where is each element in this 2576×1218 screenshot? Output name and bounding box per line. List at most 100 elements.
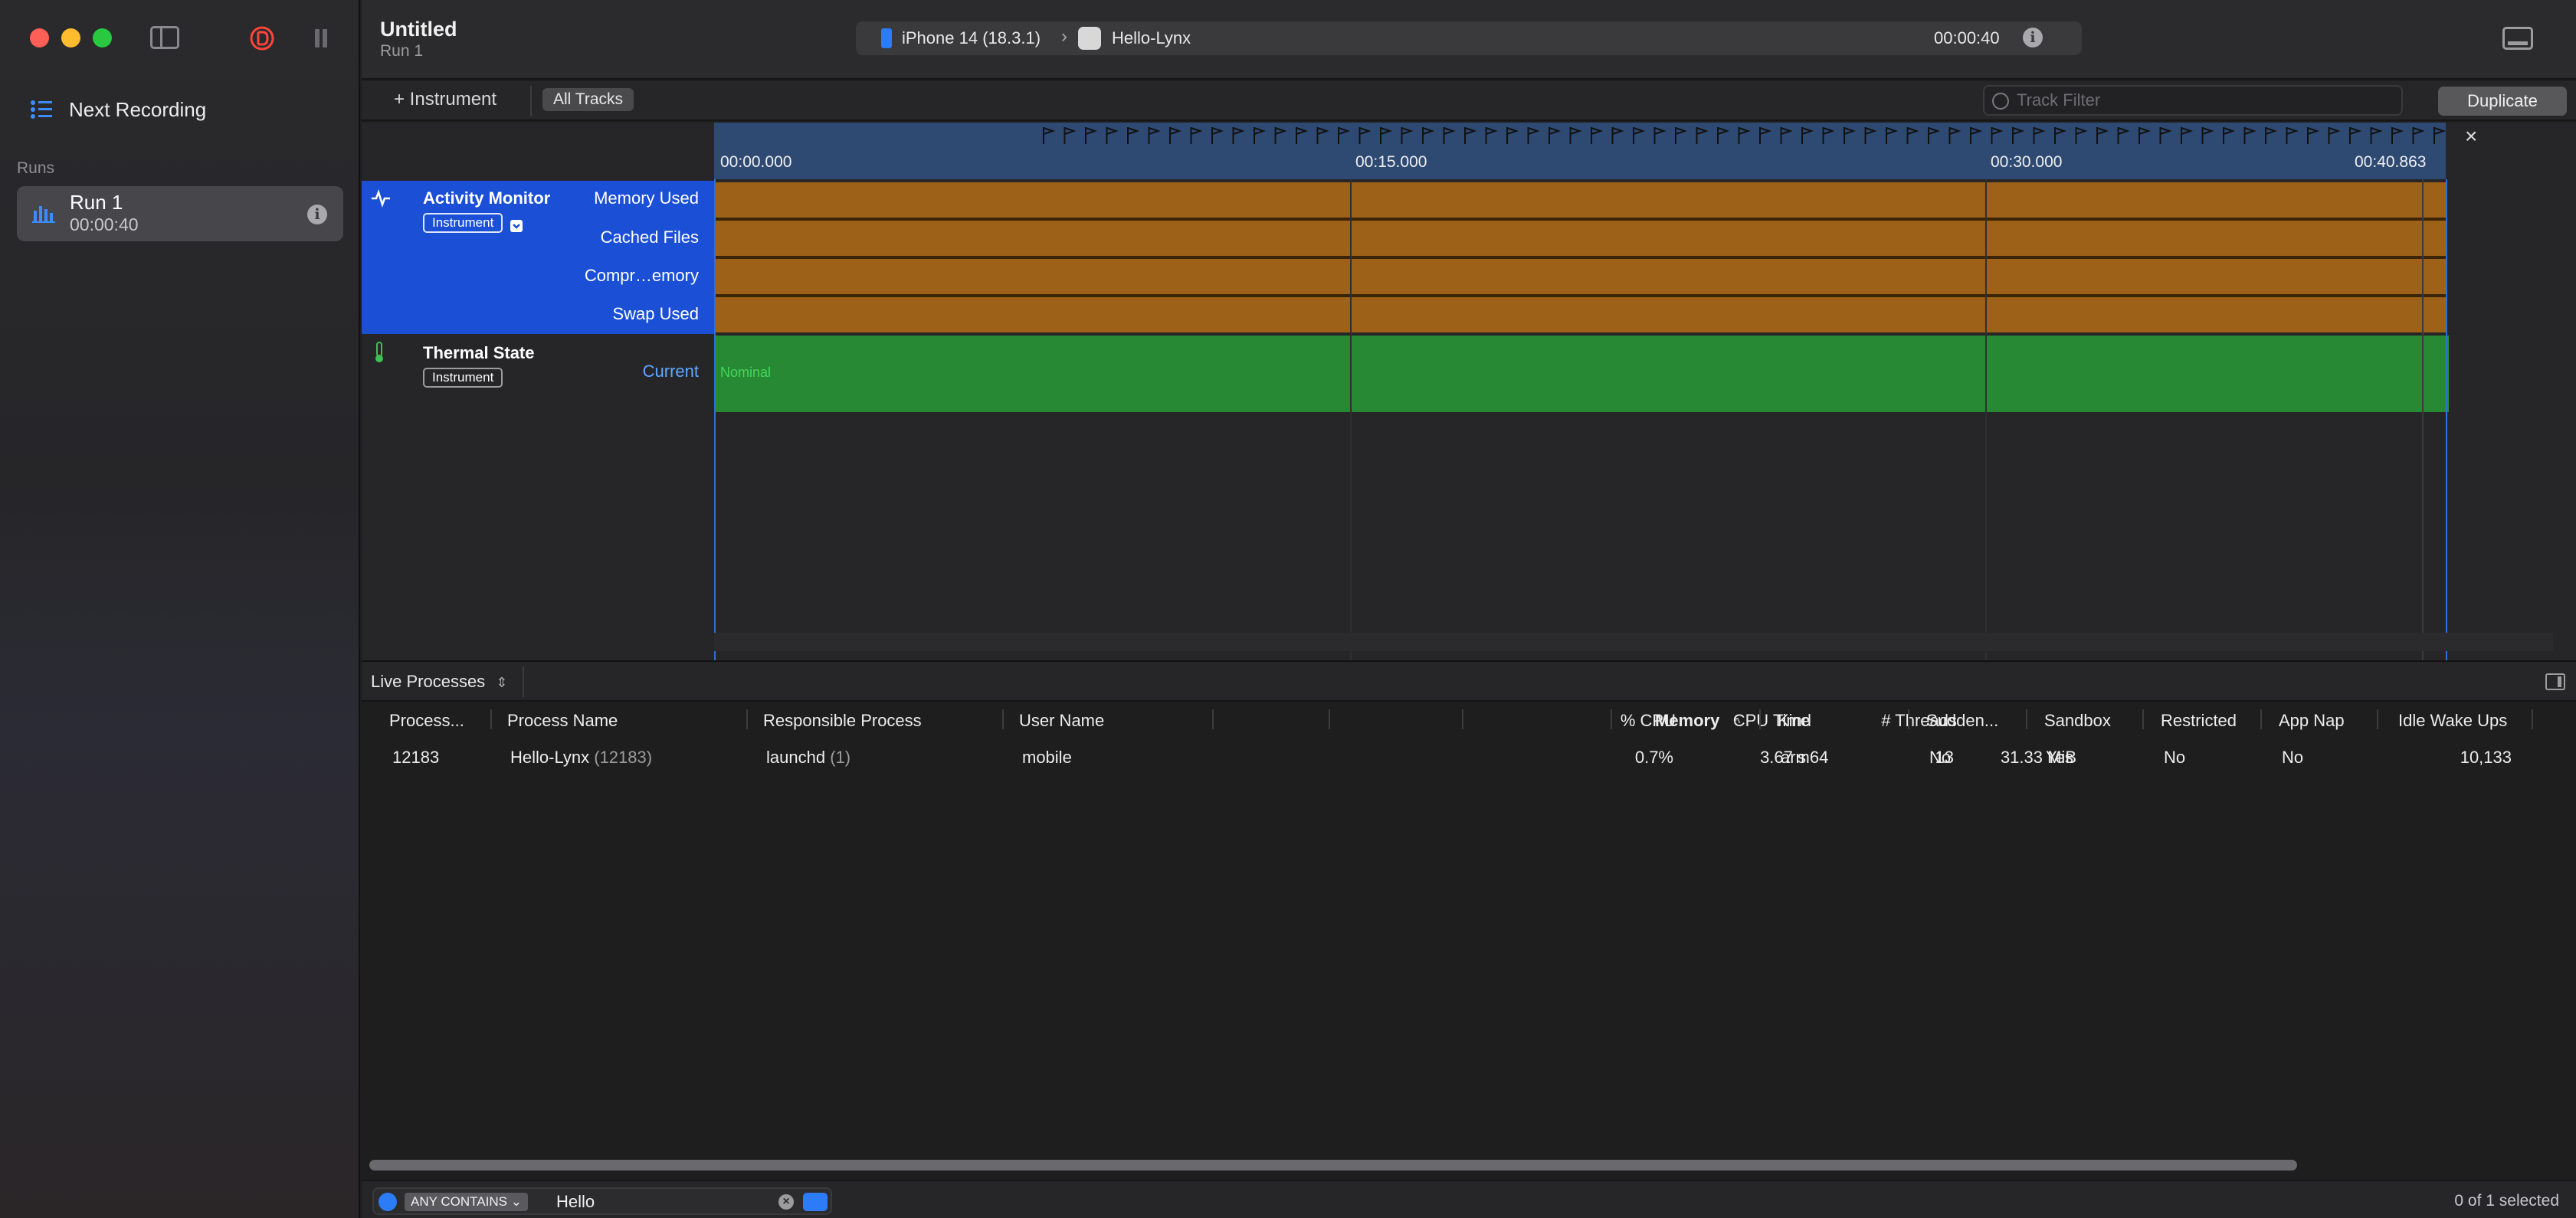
- column-header-sudden[interactable]: Sudden...: [1926, 711, 1998, 731]
- detail-view-label: Live Processes: [371, 672, 486, 691]
- flag-marker: [1653, 127, 1667, 144]
- flag-marker: [1316, 127, 1329, 144]
- flag-marker: [1296, 127, 1309, 144]
- zoom-window-button[interactable]: [93, 28, 112, 47]
- clear-filter-icon[interactable]: ×: [778, 1194, 794, 1210]
- flag-marker: [1844, 127, 1857, 144]
- flag-marker: [1738, 127, 1751, 144]
- run-duration: 00:00:40: [70, 214, 139, 234]
- inspection-end-line[interactable]: [2446, 179, 2447, 660]
- flag-marker: [1443, 127, 1456, 144]
- time-ruler[interactable]: 00:00.000 00:15.000 00:30.000 00:40.863 …: [714, 123, 2576, 179]
- tick-label: 00:15.000: [1355, 153, 1427, 171]
- column-separator[interactable]: [1611, 709, 1612, 729]
- track-name: Thermal State: [423, 343, 535, 362]
- filter-icon[interactable]: [379, 1193, 397, 1211]
- timeline-scrollbar-track[interactable]: [714, 633, 2553, 651]
- sidebar: Next Recording Runs Run 1 00:00:40 i: [0, 0, 360, 1218]
- detail-filter-input[interactable]: [556, 1191, 740, 1213]
- column-separator[interactable]: [1908, 709, 1909, 729]
- selection-count: 0 of 1 selected: [2454, 1192, 2559, 1210]
- column-separator[interactable]: [2142, 709, 2144, 729]
- column-separator[interactable]: [1212, 709, 1214, 729]
- column-header-sandbox[interactable]: Sandbox: [2044, 711, 2111, 731]
- detail-filter-field[interactable]: ANY CONTAINS ⌄ ×: [372, 1187, 832, 1215]
- duplicate-button[interactable]: Duplicate: [2438, 87, 2567, 116]
- column-header-memory-label: Memory: [1655, 711, 1720, 730]
- flag-marker: [1485, 127, 1498, 144]
- next-recording-item[interactable]: Next Recording: [29, 96, 206, 123]
- column-separator[interactable]: [490, 709, 492, 729]
- minimize-window-button[interactable]: [61, 28, 80, 47]
- info-icon[interactable]: i: [307, 205, 327, 224]
- flag-marker: [2370, 127, 2383, 144]
- flag-marker: [2286, 127, 2299, 144]
- flag-marker: [1549, 127, 1562, 144]
- filter-scope-menu[interactable]: ANY CONTAINS ⌄: [405, 1193, 528, 1211]
- column-separator[interactable]: [2377, 709, 2378, 729]
- chevron-down-icon[interactable]: [510, 219, 523, 233]
- cell-cpu: 0.7%: [1634, 748, 1673, 767]
- track-header[interactable]: Thermal State Instrument Current: [362, 336, 714, 412]
- flag-marker: [1190, 127, 1203, 144]
- flag-marker: [1906, 127, 1919, 144]
- lane-label: Compr…emory: [584, 266, 699, 285]
- filter-options-toggle-icon[interactable]: [803, 1193, 828, 1211]
- info-icon[interactable]: i: [2023, 28, 2043, 47]
- flag-marker: [1254, 127, 1267, 144]
- runs-section-label: Runs: [17, 159, 55, 177]
- track-activity-monitor[interactable]: Activity Monitor Instrument Memory Used …: [362, 181, 2576, 334]
- column-separator[interactable]: [1759, 709, 1761, 729]
- lane-label: Swap Used: [612, 304, 699, 323]
- run-item[interactable]: Run 1 00:00:40 i: [17, 186, 343, 241]
- column-separator[interactable]: [2260, 709, 2262, 729]
- document-title: Untitled: [380, 18, 457, 41]
- track-thermal-state[interactable]: Thermal State Instrument Current Nominal: [362, 336, 2576, 412]
- detail-view-selector[interactable]: Live Processes ⇕: [371, 672, 507, 692]
- flag-marker: [2201, 127, 2214, 144]
- filter-scope-label: ANY CONTAINS: [411, 1194, 507, 1209]
- add-instrument-button[interactable]: + Instrument: [394, 89, 497, 110]
- pause-icon[interactable]: [313, 29, 329, 47]
- flag-marker: [2075, 127, 2088, 144]
- track-header[interactable]: Activity Monitor Instrument Memory Used …: [362, 181, 714, 334]
- target-selector[interactable]: iPhone 14 (18.3.1) › Hello-Lynx 00:00:40…: [856, 21, 2082, 55]
- column-header-user[interactable]: User Name: [1019, 711, 1104, 731]
- column-separator[interactable]: [1462, 709, 1463, 729]
- tick-label: 00:00.000: [720, 153, 792, 171]
- column-separator[interactable]: [2026, 709, 2027, 729]
- timeline[interactable]: 00:00.000 00:15.000 00:30.000 00:40.863 …: [362, 123, 2576, 660]
- column-header-app-nap[interactable]: App Nap: [2279, 711, 2345, 731]
- table-row[interactable]: 12183 Hello-Lynx (12183) launchd (1) mob…: [362, 748, 2576, 778]
- column-separator[interactable]: [2532, 709, 2533, 729]
- all-tracks-button[interactable]: All Tracks: [542, 88, 634, 111]
- horizontal-scrollbar[interactable]: [369, 1160, 2297, 1171]
- column-header-idle-wake-ups[interactable]: Idle Wake Ups: [2398, 711, 2507, 731]
- grid-line: [1350, 179, 1352, 660]
- cell-pid: 12183: [392, 748, 440, 767]
- column-header-pid[interactable]: Process...: [389, 711, 464, 731]
- track-filter-input[interactable]: [2017, 90, 2384, 111]
- column-separator[interactable]: [1002, 709, 1004, 729]
- close-window-button[interactable]: [30, 28, 49, 47]
- column-header-kind[interactable]: Kind: [1778, 711, 1811, 731]
- record-icon[interactable]: [249, 25, 275, 52]
- bottom-panel-toggle-icon[interactable]: [2502, 27, 2533, 50]
- column-separator[interactable]: [746, 709, 748, 729]
- flag-marker: [2391, 127, 2404, 144]
- column-header-memory[interactable]: Memory ^: [1655, 711, 1741, 731]
- close-icon[interactable]: ×: [2465, 124, 2477, 149]
- flag-marker: [1675, 127, 1688, 144]
- flag-marker: [1864, 127, 1877, 144]
- column-header-restricted[interactable]: Restricted: [2161, 711, 2237, 731]
- column-header-process-name[interactable]: Process Name: [507, 711, 618, 731]
- inspector-toggle-icon[interactable]: [2545, 673, 2565, 690]
- flag-marker: [1759, 127, 1772, 144]
- track-filter-field[interactable]: [1983, 85, 2403, 116]
- flag-marker: [1527, 127, 1540, 144]
- target-app-name: Hello-Lynx: [1112, 28, 1191, 47]
- column-separator[interactable]: [1329, 709, 1330, 729]
- column-header-responsible[interactable]: Responsible Process: [763, 711, 922, 731]
- sidebar-toggle-icon[interactable]: [150, 26, 179, 49]
- sort-ascending-icon: ^: [1733, 716, 1741, 729]
